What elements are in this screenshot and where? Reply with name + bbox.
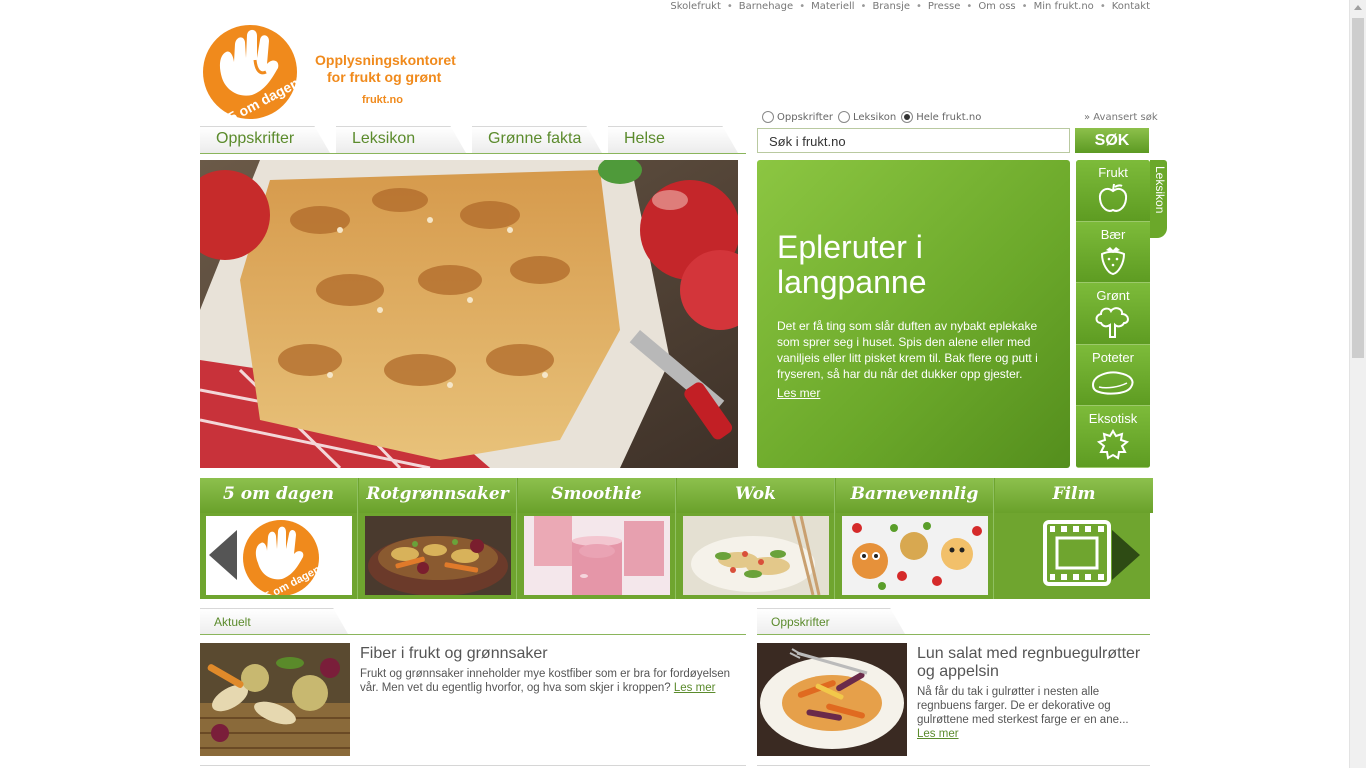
carousel-label: Smoothie — [518, 478, 675, 513]
apple-cake-photo — [200, 160, 738, 468]
article-thumb[interactable] — [200, 643, 350, 756]
carousel-prev-arrow-icon[interactable] — [209, 530, 237, 580]
article-text: Frukt og grønnsaker inneholder mye kostf… — [360, 668, 731, 694]
article-title[interactable]: Lun salat med regnbuegulrøtter og appels… — [917, 645, 1149, 681]
top-link-min-frukt[interactable]: Min frukt.no — [1034, 1, 1094, 12]
five-a-day-logo-icon: 5 om dagen — [203, 25, 302, 125]
kids-food-photo — [842, 516, 988, 595]
category-eksotisk[interactable]: Eksotisk — [1076, 406, 1150, 468]
carousel-label: Film — [995, 478, 1153, 513]
logo-line1: Opplysningskontoret — [315, 52, 456, 68]
category-baer[interactable]: Bær — [1076, 221, 1150, 284]
article-title[interactable]: Fiber i frukt og grønnsaker — [360, 645, 548, 663]
exotic-fruit-icon — [1096, 429, 1130, 460]
radio-oppskrifter[interactable]: Oppskrifter — [762, 111, 833, 123]
hero-panel: Epleruter i langpanne Det er få ting som… — [757, 160, 1070, 468]
scroll-up-icon[interactable] — [1354, 5, 1362, 10]
section-header-aktuelt: Aktuelt — [200, 608, 746, 635]
top-link-presse[interactable]: Presse — [928, 1, 960, 12]
category-frukt[interactable]: Frukt — [1076, 160, 1150, 222]
hero-text: Det er få ting som slår duften av nybakt… — [777, 319, 1038, 381]
smoothie-photo — [524, 516, 670, 595]
scrollbar[interactable] — [1349, 0, 1366, 768]
search-scope: Oppskrifter Leksikon Hele frukt.no — [762, 111, 986, 123]
category-label: Poteter — [1092, 349, 1134, 365]
hero-read-more-link[interactable]: Les mer — [777, 386, 820, 400]
carousel-label: Barnevennlig — [836, 478, 993, 513]
main-tabs: Oppskrifter Leksikon Grønne fakta Helse — [200, 126, 746, 154]
scrollbar-thumb[interactable] — [1352, 18, 1364, 358]
category-poteter[interactable]: Poteter — [1076, 344, 1150, 407]
logo[interactable]: 5 om dagen — [200, 20, 302, 125]
carousel-thumb — [842, 516, 988, 595]
broccoli-icon — [1095, 307, 1129, 339]
strawberry-icon — [1100, 246, 1126, 275]
top-link-om-oss[interactable]: Om oss — [978, 1, 1015, 12]
carousel-thumb — [365, 516, 511, 595]
radio-hele-frukt[interactable]: Hele frukt.no — [901, 111, 981, 123]
vegetable-basket-photo — [200, 643, 350, 756]
top-links: Skolefrukt • Barnehage • Materiell • Bransj… — [670, 1, 1150, 12]
divider — [757, 765, 1150, 766]
article-read-more-link[interactable]: Les mer — [674, 682, 716, 694]
category-label: Frukt — [1098, 165, 1128, 180]
radio-button-selected[interactable] — [901, 111, 914, 123]
root-vegetables-photo — [365, 516, 511, 595]
logo-url: frukt.no — [362, 94, 403, 106]
top-link-bransje[interactable]: Bransje — [872, 1, 910, 12]
hero-image[interactable] — [200, 160, 738, 468]
section-tab-aktuelt[interactable]: Aktuelt — [200, 608, 348, 634]
theme-carousel: 5 om dagen 5 om dagen Rotgrønnsaker Smoo… — [200, 478, 1153, 599]
article-read-more-link[interactable]: Les mer — [917, 728, 959, 740]
tab-helse[interactable]: Helse — [608, 126, 738, 153]
divider — [200, 765, 746, 766]
logo-wordmark[interactable]: Opplysningskontoret for frukt og grønt f… — [315, 52, 456, 109]
article-thumb[interactable] — [757, 643, 907, 756]
radio-button[interactable] — [762, 111, 774, 123]
apple-icon — [1098, 183, 1128, 212]
top-link-barnehage[interactable]: Barnehage — [739, 1, 793, 12]
article-aktuelt: Fiber i frukt og grønnsaker Frukt og grø… — [200, 643, 746, 758]
radio-button[interactable] — [838, 111, 850, 123]
section-header-oppskrifter: Oppskrifter — [757, 608, 1150, 635]
article-oppskrifter: Lun salat med regnbuegulrøtter og appels… — [757, 643, 1150, 758]
logo-line2: for frukt og grønt — [327, 69, 442, 85]
tab-gronne-fakta[interactable]: Grønne fakta — [472, 126, 602, 153]
carousel-item-wok[interactable]: Wok — [677, 478, 835, 599]
category-gront[interactable]: Grønt — [1076, 283, 1150, 345]
carousel-item-smoothie[interactable]: Smoothie — [518, 478, 676, 599]
carousel-item-rotgronnsaker[interactable]: Rotgrønnsaker — [359, 478, 517, 599]
carrot-salad-photo — [757, 643, 907, 756]
advanced-search-link[interactable]: » Avansert søk — [1084, 112, 1158, 123]
potato-icon — [1091, 371, 1134, 395]
carousel-label: 5 om dagen — [200, 478, 357, 513]
wok-dish-photo — [683, 516, 829, 595]
search-input[interactable]: Søk i frukt.no — [757, 128, 1070, 153]
tab-oppskrifter[interactable]: Oppskrifter — [200, 126, 330, 153]
top-link-kontakt[interactable]: Kontakt — [1112, 1, 1150, 12]
section-tab-oppskrifter[interactable]: Oppskrifter — [757, 608, 905, 634]
category-label: Bær — [1100, 226, 1126, 242]
tab-leksikon[interactable]: Leksikon — [336, 126, 466, 153]
carousel-item-barnevennlig[interactable]: Barnevennlig — [836, 478, 994, 599]
category-label: Eksotisk — [1088, 411, 1138, 427]
category-label: Grønt — [1096, 288, 1130, 304]
category-strip: Frukt Bær Grønt Poteter Eksotisk — [1076, 160, 1150, 468]
carousel-next-arrow-icon[interactable] — [1112, 530, 1140, 580]
carousel-label: Wok — [677, 478, 834, 513]
article-text: Nå får du tak i gulrøtter i nesten alle … — [917, 686, 1129, 740]
top-link-skolefrukt[interactable]: Skolefrukt — [670, 1, 721, 12]
hero-title[interactable]: Epleruter i langpanne — [777, 230, 1050, 300]
top-link-materiell[interactable]: Materiell — [811, 1, 854, 12]
leksikon-side-tab[interactable]: Leksikon — [1150, 160, 1167, 238]
carousel-thumb — [683, 516, 829, 595]
search-button[interactable]: SØK — [1075, 128, 1149, 153]
carousel-label: Rotgrønnsaker — [359, 478, 516, 513]
carousel-thumb — [524, 516, 670, 595]
radio-leksikon[interactable]: Leksikon — [838, 111, 896, 123]
